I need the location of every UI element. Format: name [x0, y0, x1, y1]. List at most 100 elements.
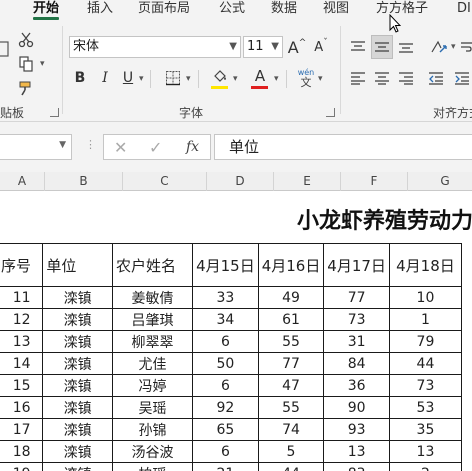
table-cell[interactable]: 孙锦 — [111, 418, 194, 441]
table-cell[interactable]: 6 — [192, 330, 259, 353]
table-cell[interactable]: 92 — [192, 396, 259, 419]
header-cell[interactable]: 序号 — [0, 243, 44, 287]
borders-dropdown-icon[interactable]: ▾ — [186, 74, 191, 84]
table-cell[interactable]: 90 — [323, 396, 390, 419]
table-cell[interactable]: 21 — [192, 462, 259, 471]
table-cell[interactable]: 15 — [0, 374, 44, 397]
table-cell[interactable]: 5 — [257, 440, 325, 463]
table-cell[interactable]: 17 — [0, 418, 44, 441]
font-color-dropdown-icon[interactable]: ▾ — [274, 74, 279, 84]
table-cell[interactable]: 滦镇 — [42, 396, 113, 419]
table-cell[interactable]: 12 — [0, 308, 44, 331]
table-cell[interactable]: 冯婷 — [111, 374, 194, 397]
phonetic-dropdown-icon[interactable]: ▾ — [318, 74, 323, 84]
clipboard-launcher-icon[interactable] — [50, 108, 59, 117]
table-cell[interactable]: 6 — [192, 440, 259, 463]
table-cell[interactable]: 柏瑶 — [111, 462, 194, 471]
table-cell[interactable]: 50 — [192, 352, 259, 375]
table-cell[interactable]: 55 — [257, 330, 325, 353]
table-cell[interactable]: 滦镇 — [42, 330, 113, 353]
table-cell[interactable]: 49 — [257, 286, 325, 309]
table-cell[interactable]: 6 — [192, 374, 259, 397]
copy-dropdown-icon[interactable]: ▾ — [40, 59, 45, 69]
table-cell[interactable]: 74 — [257, 418, 325, 441]
table-cell[interactable]: 34 — [192, 308, 259, 331]
column-header-e[interactable]: E — [274, 172, 341, 191]
table-cell[interactable]: 吴瑶 — [111, 396, 194, 419]
tab-view[interactable]: 视图 — [323, 0, 349, 22]
italic-button[interactable]: I — [97, 68, 113, 88]
table-cell[interactable]: 13 — [0, 330, 44, 353]
align-middle-button[interactable] — [371, 35, 393, 59]
font-size-select[interactable]: 11 ▼ — [243, 36, 283, 58]
table-cell[interactable]: 滦镇 — [42, 308, 113, 331]
insert-function-icon[interactable]: fx — [186, 139, 199, 155]
decrease-indent-button[interactable] — [426, 68, 446, 88]
table-cell[interactable]: 尤佳 — [111, 352, 194, 375]
bold-button[interactable]: B — [72, 68, 88, 88]
phonetic-guide-button[interactable]: wén 文 — [297, 68, 315, 90]
table-cell[interactable]: 18 — [0, 440, 44, 463]
table-cell[interactable]: 47 — [257, 374, 325, 397]
tab-formulas[interactable]: 公式 — [219, 0, 245, 22]
table-cell[interactable]: 65 — [192, 418, 259, 441]
table-cell[interactable]: 滦镇 — [42, 462, 113, 471]
table-cell[interactable]: 33 — [192, 286, 259, 309]
table-cell[interactable]: 13 — [388, 440, 463, 463]
table-cell[interactable]: 55 — [257, 396, 325, 419]
tab-di[interactable]: DI — [457, 0, 471, 22]
underline-dropdown-icon[interactable]: ▾ — [139, 74, 144, 84]
column-header-b[interactable]: B — [45, 172, 123, 191]
table-cell[interactable]: 73 — [323, 308, 390, 331]
header-cell[interactable]: 4月18日 — [388, 243, 463, 287]
table-cell[interactable]: 35 — [388, 418, 463, 441]
fill-color-dropdown-icon[interactable]: ▾ — [233, 74, 238, 84]
table-cell[interactable]: 滦镇 — [42, 418, 113, 441]
grow-font-button[interactable]: A ^ — [288, 36, 307, 58]
formula-input[interactable]: 单位 — [214, 134, 472, 160]
table-cell[interactable]: 滦镇 — [42, 440, 113, 463]
table-cell[interactable]: 13 — [323, 440, 390, 463]
worksheet[interactable]: 小龙虾养殖劳动力 序号 单位 农户姓名 4月15日 4月16日 4月17日 4月… — [0, 191, 472, 471]
header-cell[interactable]: 4月15日 — [192, 243, 259, 287]
header-cell[interactable]: 农户姓名 — [111, 243, 194, 287]
cut-button[interactable] — [16, 30, 36, 50]
wrap-text-button[interactable] — [460, 36, 472, 58]
table-cell[interactable]: 滦镇 — [42, 286, 113, 309]
table-cell[interactable]: 77 — [257, 352, 325, 375]
tab-insert[interactable]: 插入 — [87, 0, 113, 22]
table-cell[interactable]: 1 — [388, 308, 463, 331]
table-cell[interactable]: 44 — [388, 352, 463, 375]
table-cell[interactable]: 84 — [323, 352, 390, 375]
align-top-button[interactable] — [348, 36, 368, 58]
tab-data[interactable]: 数据 — [271, 0, 297, 22]
table-cell[interactable]: 柳翠翠 — [111, 330, 194, 353]
cancel-icon[interactable]: ✕ — [114, 138, 127, 157]
table-cell[interactable]: 19 — [0, 462, 44, 471]
column-header-d[interactable]: D — [207, 172, 274, 191]
table-cell[interactable]: 16 — [0, 396, 44, 419]
table-cell[interactable]: 53 — [388, 396, 463, 419]
table-cell[interactable]: 14 — [0, 352, 44, 375]
column-header-a[interactable]: A — [0, 172, 45, 191]
sheet-title[interactable]: 小龙虾养殖劳动力 — [297, 203, 472, 235]
table-cell[interactable]: 73 — [388, 374, 463, 397]
borders-button[interactable] — [164, 68, 182, 88]
table-cell[interactable]: 36 — [323, 374, 390, 397]
table-cell[interactable]: 10 — [388, 286, 463, 309]
column-header-g[interactable]: G — [408, 172, 472, 191]
tab-home[interactable]: 开始 — [33, 0, 60, 22]
format-painter-button[interactable] — [16, 78, 36, 98]
header-cell[interactable]: 单位 — [42, 243, 113, 287]
table-cell[interactable]: 滦镇 — [42, 374, 113, 397]
table-cell[interactable]: 83 — [323, 462, 390, 471]
table-cell[interactable]: 79 — [388, 330, 463, 353]
table-cell[interactable]: 93 — [323, 418, 390, 441]
orientation-dropdown-icon[interactable]: ▾ — [451, 42, 456, 52]
header-cell[interactable]: 4月17日 — [323, 243, 390, 287]
table-cell[interactable]: 44 — [257, 462, 325, 471]
copy-button[interactable] — [16, 54, 36, 74]
shrink-font-button[interactable]: Aˇ — [312, 36, 330, 58]
column-header-f[interactable]: F — [341, 172, 408, 191]
increase-indent-button[interactable] — [452, 68, 472, 88]
